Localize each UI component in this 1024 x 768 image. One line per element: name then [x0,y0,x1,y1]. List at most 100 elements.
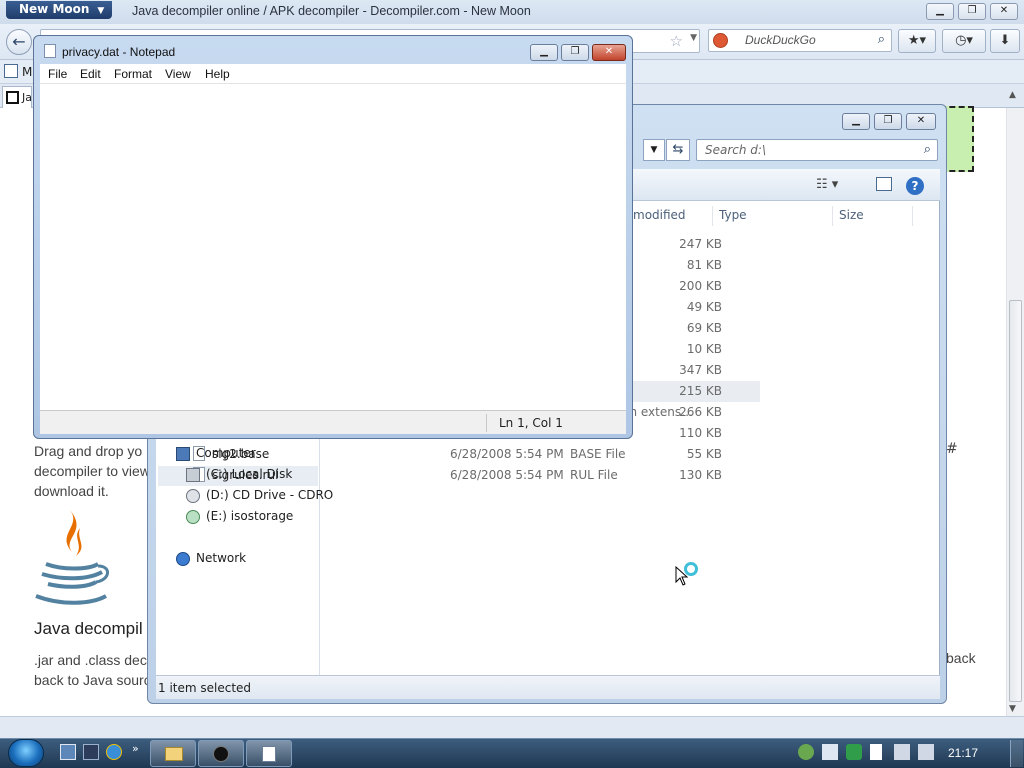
taskbar-explorer[interactable] [150,740,196,767]
notepad-text-area[interactable] [40,84,626,410]
file-row[interactable]: sig2.base 6/28/2008 5:54 PM BASE File 55 KB [184,444,760,465]
nav-network[interactable]: Network [176,551,246,566]
file-type: BASE File [570,447,626,461]
app-menu-button[interactable]: New Moon ▼ [6,1,112,19]
menu-edit[interactable]: Edit [80,67,101,81]
scroll-up-icon[interactable]: ▲ [1009,90,1016,100]
disc-icon [186,510,200,524]
refresh-button[interactable]: ⇆ [666,139,690,161]
notepad-maximize-button[interactable]: ❐ [561,44,589,61]
column-size[interactable]: Size [839,208,864,222]
explorer-restore-button[interactable]: ❐ [874,113,902,130]
column-divider[interactable] [912,206,913,226]
taskbar-app[interactable] [198,740,244,767]
explorer-close-button[interactable]: ✕ [906,113,936,130]
bookmark-item[interactable]: M [22,65,32,79]
browser-statusbar [0,716,1024,738]
bookmarks-button[interactable]: ★▾ [898,29,936,53]
computer-icon [176,447,190,461]
menu-format[interactable]: Format [114,67,152,81]
preview-pane-button[interactable] [876,177,892,191]
nav-local-disk[interactable]: (C:) Local Disk [186,467,293,482]
menu-view[interactable]: View [165,67,191,81]
file-size: 130 KB [679,468,722,482]
file-date: 6/28/2008 5:54 PM [450,447,564,461]
drag-drop-instructions: Drag and drop yo decompiler to view down… [34,441,154,501]
notepad-minimize-button[interactable]: ▁ [530,44,558,61]
clock-icon: ◷▾ [955,33,973,48]
close-button[interactable]: ✕ [990,3,1018,20]
chevron-down-icon[interactable]: ▼ [690,33,697,43]
file-size: 69 KB [686,321,722,335]
explorer-status: 1 item selected [156,675,940,699]
file-size: 49 KB [686,300,722,314]
notepad-close-button[interactable]: ✕ [592,44,626,61]
scrollbar-thumb[interactable] [1009,300,1022,702]
search-placeholder: DuckDuckGo [745,33,816,47]
history-button[interactable]: ◷▾ [942,29,986,53]
file-size: 266 KB [679,405,722,419]
bookmark-star-icon[interactable]: ☆ [670,32,683,50]
views-button[interactable]: ☷ ▾ [816,177,838,192]
tray-security-icon[interactable] [846,744,862,760]
back-button[interactable]: ← [6,29,32,55]
search-icon[interactable]: ⌕ [878,32,885,47]
switch-windows-icon[interactable] [83,744,99,760]
tab-label: Ja [22,91,32,104]
app-icon [213,746,229,762]
explorer-search-input[interactable]: Search d:\ ⌕ [696,139,938,161]
file-size: 247 KB [679,237,722,251]
drag-line-2: decompiler to view [34,463,150,479]
file-size: 110 KB [679,426,722,440]
show-desktop-icon[interactable] [60,744,76,760]
address-dropdown[interactable]: ▼ [643,139,665,161]
nav-isostorage[interactable]: (E:) isostorage [186,509,293,524]
browser-tab[interactable]: Ja [2,86,32,108]
app-menu-label: New Moon [19,2,90,16]
nav-cd-drive[interactable]: (D:) CD Drive - CDRO [186,488,333,503]
downloads-button[interactable]: ⬇ [990,29,1020,53]
duckduckgo-icon [713,33,728,48]
notepad-menubar: File Edit Format View Help [40,64,626,84]
column-modified[interactable]: modified [633,208,686,222]
nav-local-disk-label: (C:) Local Disk [206,467,293,481]
file-size: 200 KB [679,279,722,293]
file-type: RUL File [570,468,618,482]
drag-line-3: download it. [34,483,109,499]
clock[interactable]: 21:17 [948,746,978,760]
column-type[interactable]: Type [719,208,747,222]
column-divider[interactable] [712,206,713,226]
menu-help[interactable]: Help [205,67,230,81]
notepad-window: privacy.dat - Notepad ▁ ❐ ✕ File Edit Fo… [33,35,633,439]
java-logo-icon [35,510,109,605]
busy-spinner-icon [684,562,698,576]
browser-title: Java decompiler online / APK decompiler … [132,4,531,18]
restore-button[interactable]: ❐ [958,3,986,20]
taskbar-notepad[interactable] [246,740,292,767]
download-arrow-icon: ⬇ [999,33,1011,48]
tray-network-icon[interactable] [894,744,910,760]
notepad-statusbar: Ln 1, Col 1 [40,410,626,434]
file-size: 347 KB [679,363,722,377]
action-center-flag-icon[interactable] [870,744,882,760]
paragraph-fragment: back [946,650,976,666]
minimize-button[interactable]: ▁ [926,3,954,20]
volume-muted-icon[interactable] [918,744,934,760]
quicklaunch-overflow-icon[interactable]: » [132,742,139,755]
file-size: 10 KB [686,342,722,356]
help-icon[interactable]: ? [906,177,924,195]
explorer-minimize-button[interactable]: ▁ [842,113,870,130]
column-divider[interactable] [832,206,833,226]
tray-network-share-icon[interactable] [798,744,814,760]
internet-explorer-icon[interactable] [106,744,122,760]
start-button[interactable] [8,739,44,767]
search-input[interactable]: DuckDuckGo ⌕ [708,29,892,52]
file-size: 55 KB [686,447,722,461]
scroll-down-icon[interactable]: ▼ [1009,704,1016,714]
nav-computer[interactable]: Computer [176,446,256,461]
search-icon[interactable]: ⌕ [924,142,931,157]
notepad-title: privacy.dat - Notepad [62,45,176,59]
show-desktop-button[interactable] [1010,740,1023,767]
tray-document-icon[interactable] [822,744,838,760]
menu-file[interactable]: File [48,67,67,81]
